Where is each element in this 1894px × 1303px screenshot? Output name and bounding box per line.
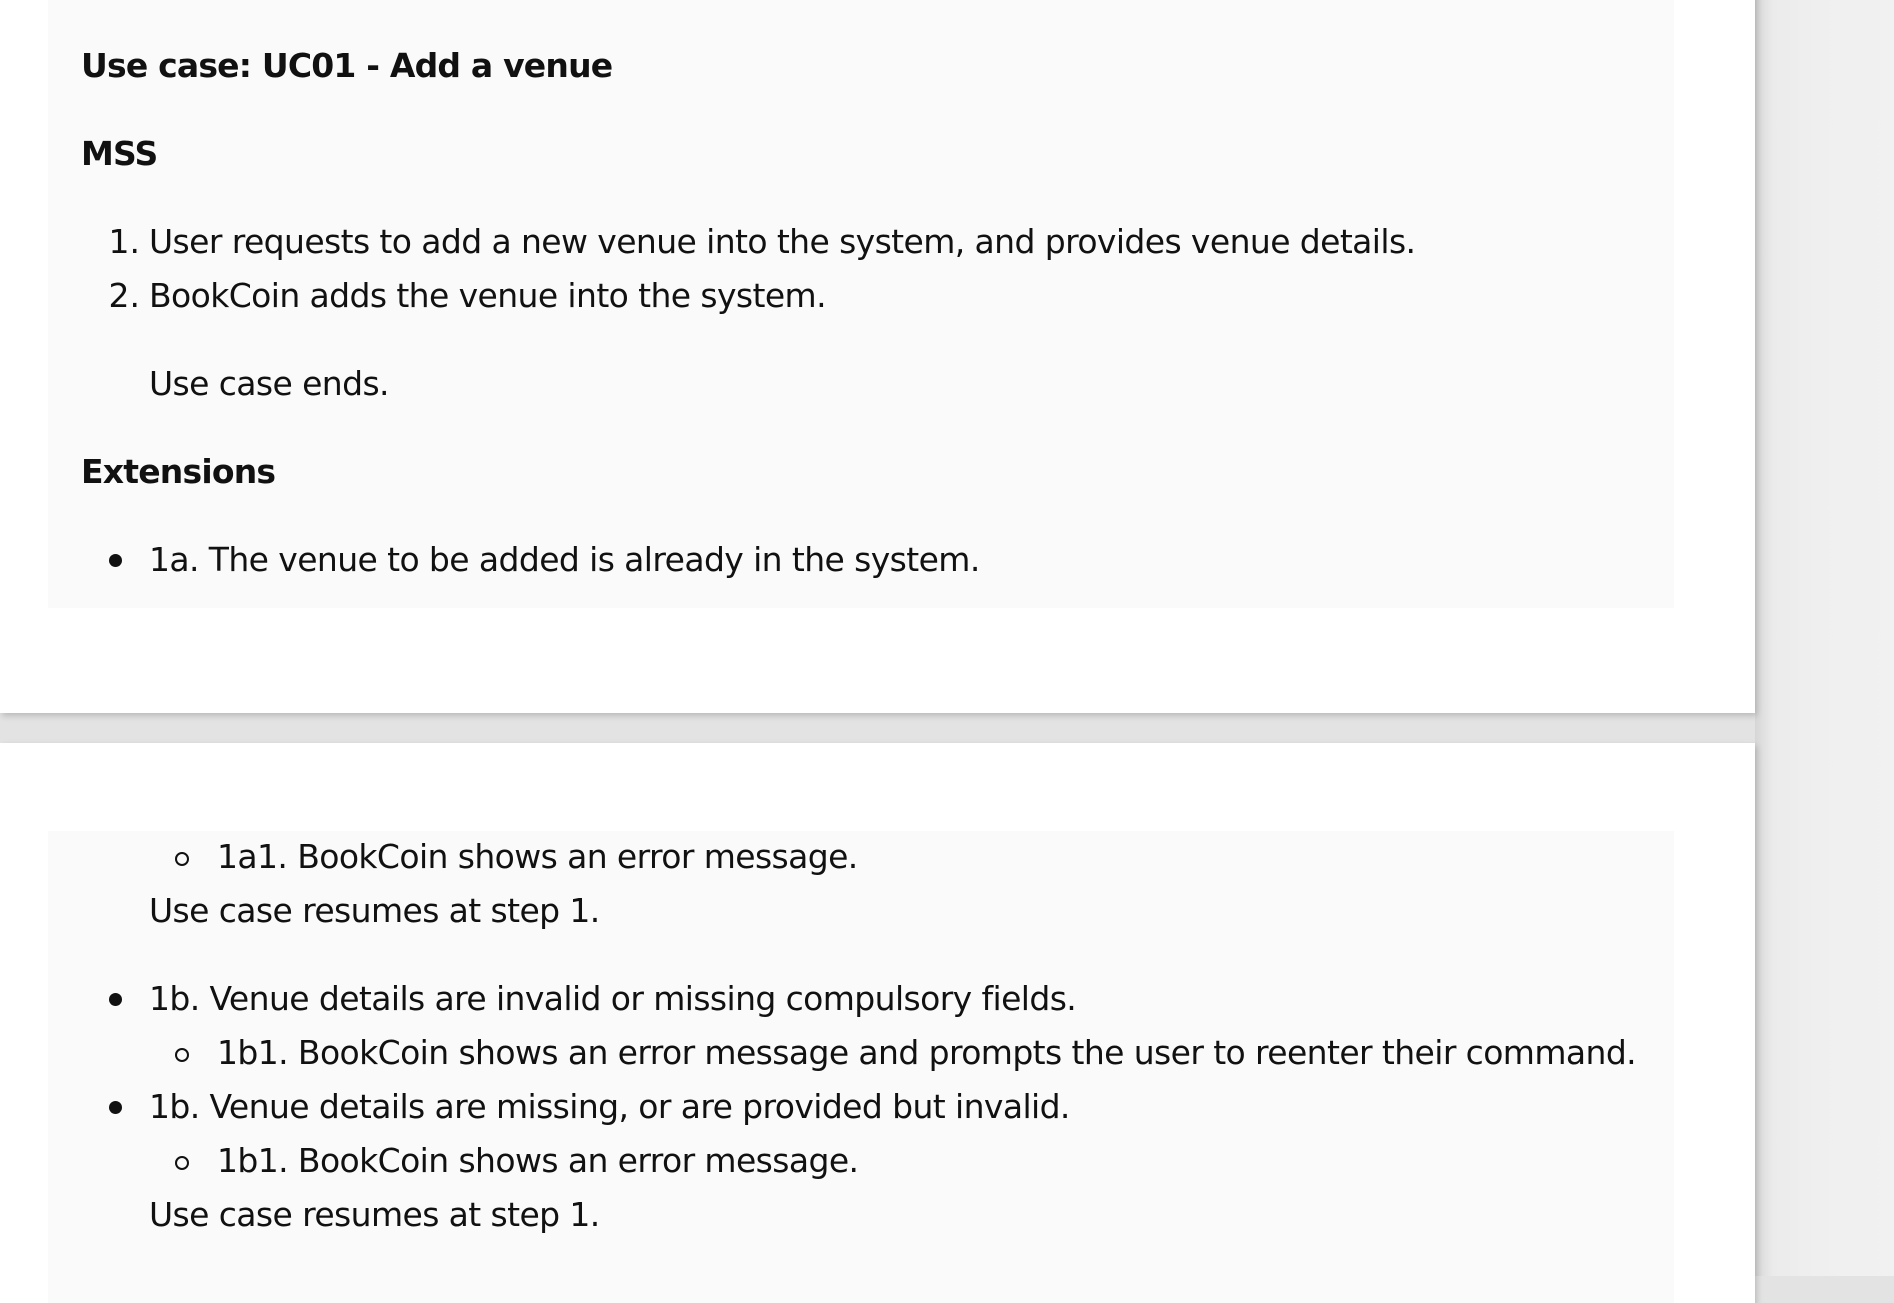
bullet-circle-icon xyxy=(175,852,189,866)
resume-note: Use case resumes at step 1. xyxy=(149,891,600,930)
extensions-heading: Extensions xyxy=(81,452,276,491)
viewer-background xyxy=(1755,0,1894,1276)
step-number: 2. xyxy=(108,276,141,315)
document-page-1: Use case: UC01 - Add a venue MSS 1. User… xyxy=(0,0,1755,713)
bullet-circle-icon xyxy=(175,1048,189,1062)
step-number: 1. xyxy=(108,222,141,261)
document-page-2: 1a1. BookCoin shows an error message. Us… xyxy=(0,743,1755,1303)
use-case-title: Use case: UC01 - Add a venue xyxy=(81,46,613,85)
mss-heading: MSS xyxy=(81,134,158,173)
bullet-disc-icon xyxy=(109,1101,122,1114)
sub-item-text: 1b1. BookCoin shows an error message. xyxy=(217,1141,859,1180)
sub-item-text: 1b1. BookCoin shows an error message and… xyxy=(217,1033,1637,1072)
bullet-disc-icon xyxy=(109,993,122,1006)
extension-text: 1b. Venue details are missing, or are pr… xyxy=(149,1087,1070,1126)
extension-text: 1b. Venue details are invalid or missing… xyxy=(149,979,1077,1018)
bullet-disc-icon xyxy=(109,554,122,567)
sub-item-text: 1a1. BookCoin shows an error message. xyxy=(217,837,858,876)
extension-text: 1a. The venue to be added is already in … xyxy=(149,540,980,579)
bullet-circle-icon xyxy=(175,1156,189,1170)
mss-end-note: Use case ends. xyxy=(149,364,390,403)
resume-note: Use case resumes at step 1. xyxy=(149,1195,600,1234)
step-text: BookCoin adds the venue into the system. xyxy=(149,276,827,315)
step-text: User requests to add a new venue into th… xyxy=(149,222,1416,261)
